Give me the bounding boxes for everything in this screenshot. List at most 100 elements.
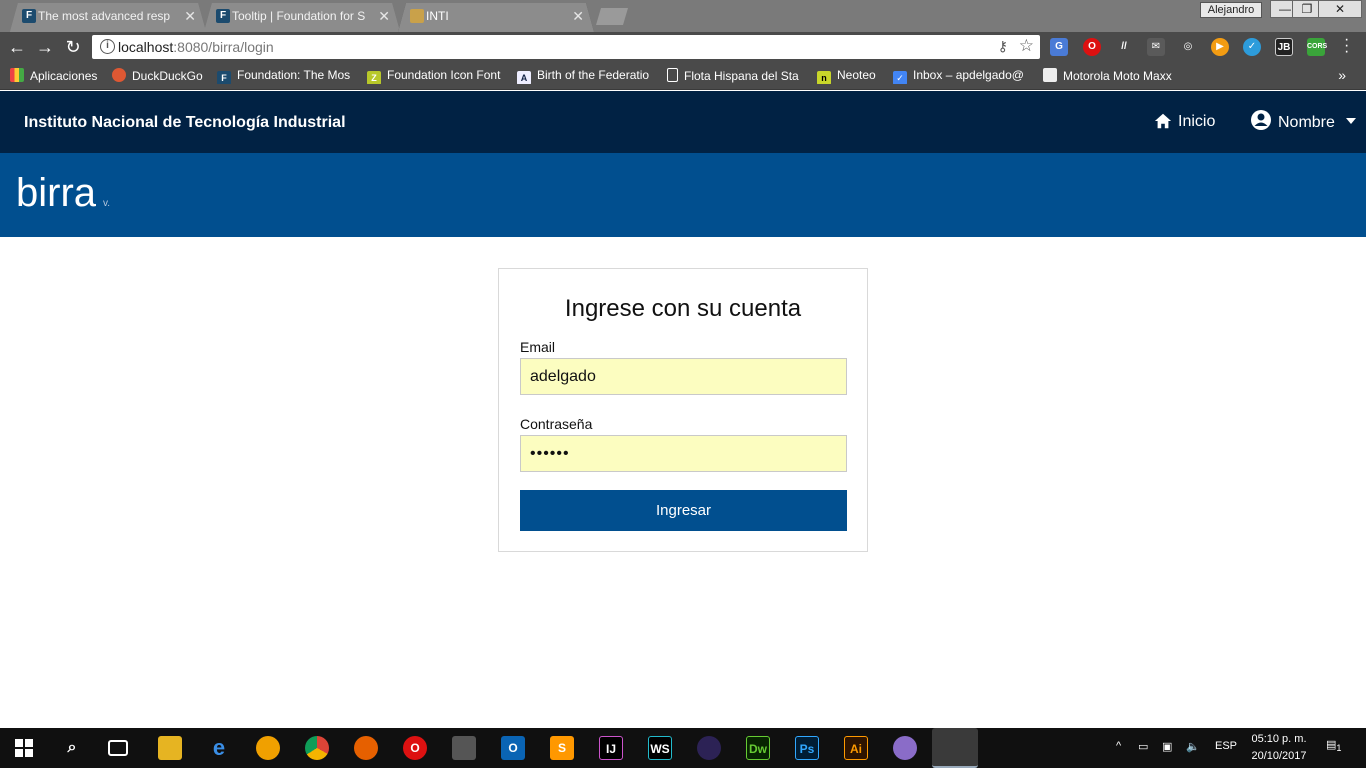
app-circle-icon[interactable] (256, 736, 280, 760)
browser-toolbar: ← → ↻ i localhost:8080/birra/login ⚷ ☆ G… (0, 32, 1366, 62)
home-icon (1154, 113, 1172, 129)
window-close-button[interactable]: ✕ (1318, 0, 1362, 18)
illustrator-icon[interactable]: Ai (844, 736, 868, 760)
tab-title: Tooltip | Foundation for S (232, 9, 366, 23)
bookmark-apps[interactable]: Aplicaciones (10, 68, 97, 84)
system-clock[interactable]: 05:10 p. m. 20/10/2017 (1244, 731, 1314, 765)
app-brand: birra (16, 171, 97, 215)
address-bar[interactable]: i localhost:8080/birra/login ⚷ ☆ (92, 35, 1040, 59)
federation-icon: A (517, 71, 531, 84)
notifications-icon[interactable]: ▤1 (1326, 738, 1342, 753)
play-extension-icon[interactable]: ▶ (1211, 38, 1229, 56)
url-path: :8080/birra/login (173, 39, 274, 55)
bookmark-label: DuckDuckGo (132, 69, 203, 83)
windows-taskbar: ⌕ e O O S IJ WS Dw Ps Ai ^ ▭ ▣ 🔈 ESP 05:… (0, 728, 1366, 768)
bookmark-label: Flota Hispana del Sta (684, 69, 799, 83)
file-explorer-icon[interactable] (158, 736, 182, 760)
foundation-icon: F (217, 71, 231, 84)
compass-extension-icon[interactable]: ✓ (1243, 38, 1261, 56)
clock-date: 20/10/2017 (1251, 750, 1307, 762)
browser-menu-icon[interactable]: · · · (1344, 32, 1349, 60)
sublime-icon[interactable]: S (550, 736, 574, 760)
outlook-icon[interactable]: O (501, 736, 525, 760)
eclipse-icon[interactable] (697, 736, 721, 760)
foundation-favicon-icon: F (216, 9, 230, 23)
dreamweaver-icon[interactable]: Dw (746, 736, 770, 760)
reload-icon[interactable]: ↻ (62, 36, 84, 58)
org-name: Instituto Nacional de Tecnología Industr… (24, 114, 346, 131)
windows-start-icon[interactable] (12, 736, 36, 760)
notifications-count: 1 (1336, 743, 1342, 754)
webstorm-icon[interactable]: WS (648, 736, 672, 760)
bookmark-label: Foundation Icon Font (387, 68, 501, 82)
new-tab-button[interactable] (596, 8, 628, 25)
duckduckgo-icon (112, 68, 126, 82)
bookmark-birth-federation[interactable]: A Birth of the Federatio (517, 68, 657, 84)
browser-tab-active[interactable]: INTI ✕ (398, 3, 594, 32)
link-extension-icon[interactable]: // (1115, 38, 1133, 56)
app-cat-icon[interactable] (893, 736, 917, 760)
neoteo-icon: n (817, 71, 831, 84)
mail-extension-icon[interactable]: ✉ (1147, 38, 1165, 56)
volume-icon[interactable]: 🔈 (1186, 740, 1200, 753)
profile-button[interactable]: Alejandro (1200, 2, 1262, 18)
lock-app-icon[interactable] (452, 736, 476, 760)
inbox-icon: ✓ (893, 71, 907, 84)
password-label: Contraseña (520, 416, 593, 432)
nav-home-label: Inicio (1178, 113, 1216, 130)
bookmark-inbox[interactable]: ✓ Inbox – apdelgado@ (893, 68, 1033, 84)
bookmark-duckduckgo[interactable]: DuckDuckGo (112, 68, 203, 84)
back-arrow-icon[interactable]: ← (6, 36, 28, 58)
login-submit-button[interactable]: Ingresar (520, 490, 847, 531)
task-view-icon[interactable] (108, 740, 128, 756)
edge-icon[interactable]: e (207, 736, 231, 760)
nav-user-dropdown[interactable]: Nombre (1250, 109, 1363, 135)
language-indicator[interactable]: ESP (1215, 740, 1237, 752)
nav-user-label: Nombre (1278, 114, 1335, 131)
bookmark-foundation-icon-fonts[interactable]: Z Foundation Icon Font (367, 68, 507, 84)
opera-icon[interactable]: O (403, 736, 427, 760)
cors-extension-icon[interactable]: CORS (1307, 38, 1327, 56)
bookmark-flota-hispana[interactable]: Flota Hispana del Sta (667, 68, 807, 84)
nav-home-link[interactable]: Inicio (1154, 109, 1215, 135)
password-field[interactable]: •••••• (520, 435, 847, 472)
tab-close-icon[interactable]: ✕ (184, 3, 196, 29)
bookmark-motorola[interactable]: Motorola Moto Maxx (1043, 68, 1183, 84)
firefox-icon[interactable] (354, 736, 378, 760)
intellij-icon[interactable]: IJ (599, 736, 623, 760)
password-key-icon[interactable]: ⚷ (998, 38, 1008, 55)
translate-extension-icon[interactable]: G (1050, 38, 1068, 56)
active-app-icon[interactable] (932, 728, 978, 768)
motorola-icon (1043, 68, 1057, 82)
search-icon[interactable]: ⌕ (60, 736, 84, 760)
bookmark-star-icon[interactable]: ☆ (1019, 36, 1034, 56)
bookmarks-bar: Aplicaciones DuckDuckGo F Foundation: The… (0, 62, 1366, 90)
more-bookmarks-icon[interactable]: » (1338, 67, 1346, 83)
photoshop-icon[interactable]: Ps (795, 736, 819, 760)
browser-tab-1[interactable]: F The most advanced resp ✕ (10, 3, 206, 32)
browser-tab-strip: F The most advanced resp ✕ F Tooltip | F… (0, 0, 1366, 32)
clock-time: 05:10 p. m. (1251, 733, 1307, 745)
tab-title: INTI (426, 9, 449, 23)
network-icon[interactable]: ▣ (1162, 740, 1172, 753)
opera-extension-icon[interactable]: O (1083, 38, 1101, 56)
tab-close-icon[interactable]: ✕ (378, 3, 390, 29)
site-info-icon[interactable]: i (100, 39, 115, 54)
email-field[interactable]: adelgado (520, 358, 847, 395)
forward-arrow-icon[interactable]: → (34, 36, 56, 58)
browser-tab-2[interactable]: F Tooltip | Foundation for S ✕ (204, 3, 400, 32)
bookmark-label: Neoteo (837, 68, 876, 82)
bookmark-neoteo[interactable]: n Neoteo (817, 68, 876, 84)
bookmark-label: Foundation: The Mos (237, 68, 351, 82)
chrome-icon[interactable] (305, 736, 329, 760)
tray-expand-icon[interactable]: ^ (1116, 740, 1121, 752)
battery-icon[interactable]: ▭ (1138, 740, 1148, 753)
inti-favicon-icon (410, 9, 424, 23)
caret-down-icon (1346, 118, 1357, 124)
jetbrains-extension-icon[interactable]: JB (1275, 38, 1293, 56)
url-text: localhost:8080/birra/login (118, 39, 274, 55)
location-extension-icon[interactable]: ◎ (1179, 38, 1197, 56)
apps-grid-icon (10, 68, 24, 82)
tab-close-icon[interactable]: ✕ (572, 3, 584, 29)
bookmark-foundation[interactable]: F Foundation: The Mos (217, 68, 357, 84)
